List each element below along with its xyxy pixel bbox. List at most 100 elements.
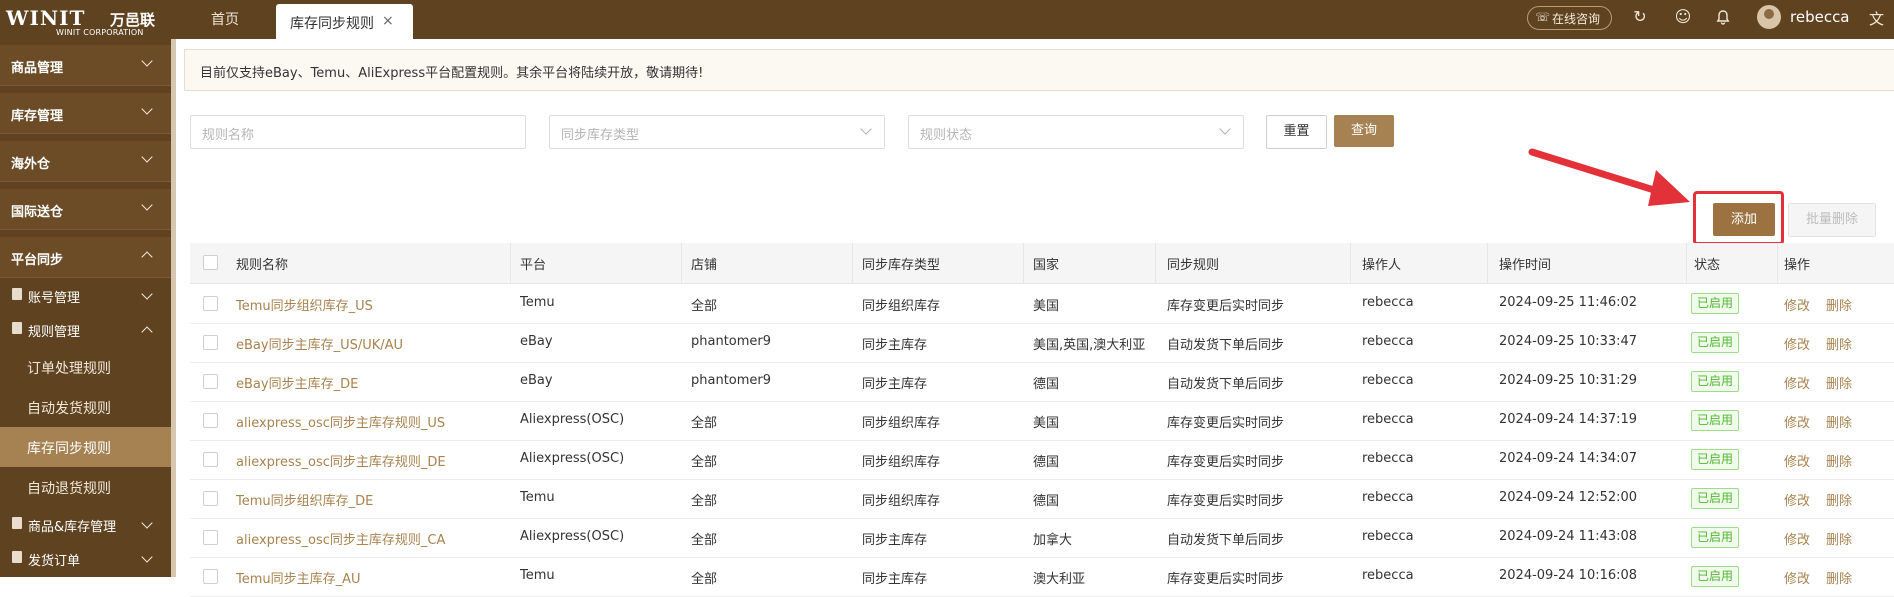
sidebar-group-platform-sync[interactable]: 平台同步 — [0, 237, 171, 278]
cell-rule-name[interactable]: Temu同步主库存_AU — [236, 568, 361, 587]
delete-link[interactable]: 删除 — [1826, 529, 1852, 548]
status-badge: 已启用 — [1691, 293, 1740, 314]
chevron-up-icon — [141, 251, 153, 263]
translate-icon[interactable]: 文 — [1869, 8, 1884, 29]
batch-delete-button[interactable]: 批量删除 — [1788, 203, 1876, 237]
edit-link[interactable]: 修改 — [1784, 451, 1810, 470]
delete-link[interactable]: 删除 — [1826, 568, 1852, 587]
user-avatar[interactable] — [1757, 5, 1781, 29]
row-checkbox[interactable] — [203, 530, 218, 545]
username[interactable]: rebecca — [1790, 8, 1850, 26]
select-all-checkbox[interactable] — [203, 255, 218, 270]
document-icon — [12, 322, 22, 334]
row-checkbox[interactable] — [203, 335, 218, 350]
edit-link[interactable]: 修改 — [1784, 295, 1810, 314]
sidebar-group-label: 平台同步 — [11, 253, 64, 268]
header-platform: 平台 — [520, 258, 547, 273]
rule-status-select[interactable]: 规则状态 — [908, 115, 1244, 149]
cell-rule-name[interactable]: eBay同步主库存_US/UK/AU — [236, 334, 403, 353]
sidebar-group-product[interactable]: 商品管理 — [0, 45, 171, 86]
sidebar-group-international[interactable]: 国际送仓 — [0, 189, 171, 230]
sidebar-item-label: 商品&库存管理 — [28, 520, 117, 535]
online-consult-button[interactable]: ☏ 在线咨询 — [1527, 6, 1612, 30]
online-consult-label: 在线咨询 — [1552, 12, 1601, 26]
chevron-down-icon — [141, 551, 153, 563]
sidebar-item-shipping-orders[interactable]: 发货订单 — [0, 543, 171, 575]
cell-country: 澳大利亚 — [1033, 572, 1086, 587]
row-checkbox[interactable] — [203, 296, 218, 311]
sidebar-group-label: 国际送仓 — [11, 205, 64, 220]
sidebar-item-rule-management[interactable]: 规则管理 — [0, 314, 171, 346]
cell-store: 全部 — [691, 494, 718, 509]
cell-sync-rule: 库存变更后实时同步 — [1167, 299, 1285, 314]
logo-main-text: WINIT — [6, 6, 86, 30]
status-badge: 已启用 — [1691, 371, 1740, 392]
cell-operator: rebecca — [1362, 334, 1414, 349]
delete-link[interactable]: 删除 — [1826, 490, 1852, 509]
logo-cn-text: 万邑联 — [110, 11, 156, 29]
sidebar-scrollbar[interactable] — [171, 39, 176, 577]
row-checkbox[interactable] — [203, 452, 218, 467]
chevron-down-icon — [141, 151, 153, 163]
cell-country: 德国 — [1033, 455, 1060, 470]
cell-rule-name[interactable]: aliexpress_osc同步主库存规则_DE — [236, 451, 446, 470]
notice-banner: 目前仅支持eBay、Temu、AliExpress平台配置规则。其余平台将陆续开… — [184, 49, 1894, 91]
sidebar-item-label: 自动退货规则 — [27, 481, 111, 497]
sync-type-select[interactable]: 同步库存类型 — [549, 115, 885, 149]
close-icon[interactable]: × — [382, 13, 394, 29]
sidebar-item-product-inventory[interactable]: 商品&库存管理 — [0, 509, 171, 541]
sidebar-group-inventory[interactable]: 库存管理 — [0, 93, 171, 134]
cell-rule-name[interactable]: aliexpress_osc同步主库存规则_US — [236, 412, 445, 431]
cell-operation-time: 2024-09-25 10:31:29 — [1499, 373, 1638, 388]
table-row: eBay同步主库存_US/UK/AU eBay phantomer9 同步主库存 美国,… — [190, 323, 1894, 363]
row-checkbox[interactable] — [203, 413, 218, 428]
edit-link[interactable]: 修改 — [1784, 490, 1810, 509]
sidebar-item-label: 自动发货规则 — [27, 401, 111, 417]
row-checkbox[interactable] — [203, 491, 218, 506]
delete-link[interactable]: 删除 — [1826, 295, 1852, 314]
delete-link[interactable]: 删除 — [1826, 451, 1852, 470]
edit-link[interactable]: 修改 — [1784, 529, 1810, 548]
row-checkbox[interactable] — [203, 374, 218, 389]
refresh-icon[interactable]: ↻ — [1630, 7, 1650, 27]
edit-link[interactable]: 修改 — [1784, 412, 1810, 431]
edit-link[interactable]: 修改 — [1784, 334, 1810, 353]
status-badge: 已启用 — [1691, 488, 1740, 509]
query-button[interactable]: 查询 — [1334, 115, 1394, 147]
cell-rule-name[interactable]: eBay同步主库存_DE — [236, 373, 358, 392]
cell-platform: Temu — [520, 295, 555, 310]
cell-operation-time: 2024-09-24 14:37:19 — [1499, 412, 1638, 427]
cell-store: 全部 — [691, 533, 718, 548]
header-sync-rule: 同步规则 — [1167, 258, 1220, 273]
reset-button[interactable]: 重置 — [1266, 115, 1327, 149]
tab-home[interactable]: 首页 — [196, 4, 254, 39]
company-logo[interactable]: WINIT 万邑联 WINIT CORPORATION — [6, 6, 171, 37]
feedback-icon[interactable]: ☺ — [1673, 7, 1693, 27]
sidebar-item-order-processing-rules[interactable]: 订单处理规则 — [0, 347, 171, 387]
cell-rule-name[interactable]: Temu同步组织库存_DE — [236, 490, 373, 509]
sidebar-item-auto-return-rules[interactable]: 自动退货规则 — [0, 467, 171, 507]
tab-inventory-sync-rules[interactable]: 库存同步规则 × — [276, 4, 413, 39]
cell-rule-name[interactable]: Temu同步组织库存_US — [236, 295, 373, 314]
sidebar-group-overseas-warehouse[interactable]: 海外仓 — [0, 141, 171, 182]
delete-link[interactable]: 删除 — [1826, 412, 1852, 431]
sidebar-item-inventory-sync-rules[interactable]: 库存同步规则 — [0, 427, 171, 467]
edit-link[interactable]: 修改 — [1784, 568, 1810, 587]
column-divider — [1155, 243, 1156, 283]
cell-operation-time: 2024-09-25 11:46:02 — [1499, 295, 1638, 310]
chevron-down-icon — [141, 517, 153, 529]
rule-name-placeholder: 规则名称 — [202, 128, 255, 143]
rule-name-input[interactable]: 规则名称 — [190, 115, 526, 149]
bell-icon[interactable] — [1713, 7, 1733, 27]
notice-text: 目前仅支持eBay、Temu、AliExpress平台配置规则。其余平台将陆续开… — [200, 66, 704, 81]
delete-link[interactable]: 删除 — [1826, 334, 1852, 353]
cell-rule-name[interactable]: aliexpress_osc同步主库存规则_CA — [236, 529, 445, 548]
sidebar-group-label: 库存管理 — [11, 109, 64, 124]
delete-link[interactable]: 删除 — [1826, 373, 1852, 392]
edit-link[interactable]: 修改 — [1784, 373, 1810, 392]
sidebar-item-account-management[interactable]: 账号管理 — [0, 280, 171, 312]
add-button[interactable]: 添加 — [1713, 203, 1775, 236]
cell-platform: Aliexpress(OSC) — [520, 412, 625, 427]
column-divider — [1487, 243, 1488, 283]
sidebar-item-auto-shipping-rules[interactable]: 自动发货规则 — [0, 387, 171, 427]
